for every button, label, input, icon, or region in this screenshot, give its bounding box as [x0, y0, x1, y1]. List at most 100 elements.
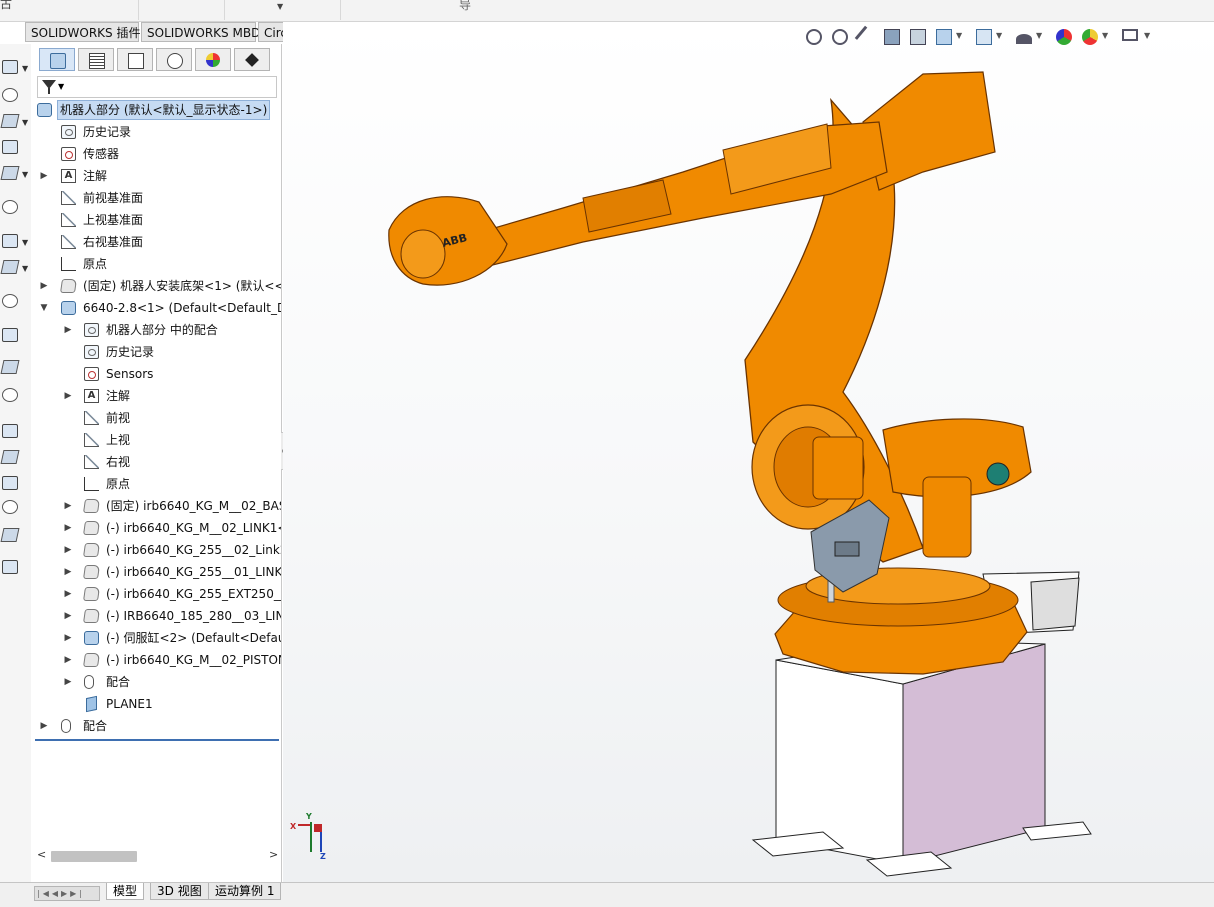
display-manager-tab[interactable]: [195, 48, 231, 71]
dynamic-annotation-icon[interactable]: [910, 29, 926, 45]
tree-item-plane1[interactable]: PLANE1: [31, 694, 281, 714]
expand-arrow-icon[interactable]: ▶: [63, 628, 73, 648]
command-icon[interactable]: [0, 450, 20, 464]
tree-item-right-plane[interactable]: 右视基准面: [31, 232, 281, 252]
section-view-icon[interactable]: [884, 29, 900, 45]
chevron-down-icon[interactable]: ▼: [956, 31, 962, 40]
expand-arrow-icon[interactable]: ▶: [39, 276, 49, 296]
command-icon[interactable]: [2, 88, 18, 102]
expand-arrow-icon[interactable]: ▶: [39, 716, 49, 736]
tree-item-right-sub[interactable]: 右视: [31, 452, 281, 472]
command-icon[interactable]: [2, 476, 18, 490]
command-icon[interactable]: [2, 500, 18, 514]
ribbon-cell[interactable]: [26, 0, 139, 20]
chevron-down-icon[interactable]: ▼: [1036, 31, 1042, 40]
chevron-down-icon[interactable]: ▼: [22, 118, 28, 127]
expand-arrow-icon[interactable]: ▶: [63, 606, 73, 626]
command-icon[interactable]: [2, 560, 18, 574]
tab-solidworks-addins[interactable]: SOLIDWORKS 插件: [25, 22, 140, 42]
hide-show-items-icon[interactable]: [1016, 34, 1032, 44]
chevron-down-icon[interactable]: ▼: [1102, 31, 1108, 40]
command-icon[interactable]: [2, 388, 18, 402]
tree-item-robot-base-frame[interactable]: ▶ (固定) 机器人安装底架<1> (默认<<: [31, 276, 281, 296]
display-style-icon[interactable]: [976, 29, 992, 45]
view-settings-icon[interactable]: [1122, 29, 1138, 41]
command-icon[interactable]: [2, 234, 18, 248]
tree-item-mates-sub[interactable]: ▶ 配合: [31, 672, 281, 692]
apply-scene-icon[interactable]: [1082, 29, 1098, 45]
tab-motion-study-1[interactable]: 运动算例 1: [208, 883, 282, 900]
tree-item-annotations-sub[interactable]: ▶ A 注解: [31, 386, 281, 406]
zoom-to-fit-icon[interactable]: [806, 29, 822, 45]
tree-item-top-sub[interactable]: 上视: [31, 430, 281, 450]
chevron-down-icon[interactable]: ▼: [22, 170, 28, 179]
graphics-area[interactable]: ABB: [283, 22, 1214, 882]
tab-3d-view[interactable]: 3D 视图: [150, 883, 209, 900]
tree-item-history-sub[interactable]: 历史记录: [31, 342, 281, 362]
expand-arrow-icon[interactable]: ▶: [63, 386, 73, 406]
tree-item-link3-part[interactable]: ▶ (-) irb6640_KG_255__01_LINK3: [31, 562, 281, 582]
expand-arrow-icon[interactable]: ▶: [39, 166, 49, 186]
zoom-to-area-icon[interactable]: [832, 29, 848, 45]
chevron-down-icon[interactable]: ▼: [22, 64, 28, 73]
horizontal-scrollbar[interactable]: < >: [35, 848, 279, 864]
collapse-arrow-icon[interactable]: ▼: [39, 298, 49, 318]
tree-item-sensors-sub[interactable]: Sensors: [31, 364, 281, 384]
tree-item-history[interactable]: 历史记录: [31, 122, 281, 142]
tree-item-front-plane[interactable]: 前视基准面: [31, 188, 281, 208]
tree-filter[interactable]: ▼: [37, 76, 277, 98]
configuration-manager-tab[interactable]: [117, 48, 153, 71]
chevron-down-icon[interactable]: ▼: [22, 264, 28, 273]
tree-item-link1-part[interactable]: ▶ (-) irb6640_KG_M__02_LINK1<: [31, 518, 281, 538]
expand-arrow-icon[interactable]: ▶: [63, 562, 73, 582]
expand-arrow-icon[interactable]: ▶: [63, 320, 73, 340]
expand-arrow-icon[interactable]: ▶: [63, 672, 73, 692]
scroll-left-icon[interactable]: <: [37, 848, 46, 861]
tree-item-origin[interactable]: 原点: [31, 254, 281, 274]
tab-navigation-arrows[interactable]: |◀◀▶▶|: [34, 886, 100, 901]
tree-root[interactable]: 机器人部分 (默认<默认_显示状态-1>): [35, 100, 281, 120]
command-icon[interactable]: [0, 360, 20, 374]
property-manager-tab[interactable]: [78, 48, 114, 71]
tree-item-sensors[interactable]: 传感器: [31, 144, 281, 164]
tree-item-mates-in-robot[interactable]: ▶ 机器人部分 中的配合: [31, 320, 281, 340]
robot-model[interactable]: [283, 22, 1214, 882]
tree-item-mates[interactable]: ▶ 配合: [31, 716, 281, 736]
tree-item-ext250-part[interactable]: ▶ (-) irb6640_KG_255_EXT250__0: [31, 584, 281, 604]
tree-item-6640-assembly[interactable]: ▼ 6640-2.8<1> (Default<Default_Dis: [31, 298, 281, 318]
tree-item-top-plane[interactable]: 上视基准面: [31, 210, 281, 230]
cam-manager-tab[interactable]: [234, 48, 270, 71]
tab-solidworks-mbd[interactable]: SOLIDWORKS MBD: [141, 22, 260, 42]
tree-item-base-part[interactable]: ▶ (固定) irb6640_KG_M__02_BASI: [31, 496, 281, 516]
chevron-down-icon[interactable]: ▼: [22, 238, 28, 247]
expand-arrow-icon[interactable]: ▶: [63, 540, 73, 560]
tree-item-annotations[interactable]: ▶ A 注解: [31, 166, 281, 186]
chevron-down-icon[interactable]: ▼: [58, 82, 64, 91]
expand-arrow-icon[interactable]: ▶: [63, 584, 73, 604]
expand-arrow-icon[interactable]: ▶: [63, 496, 73, 516]
previous-view-icon[interactable]: [854, 25, 878, 49]
tree-item-servo-cylinder[interactable]: ▶ (-) 伺服缸<2> (Default<Defaul: [31, 628, 281, 648]
command-icon[interactable]: [0, 114, 20, 128]
ribbon-dropdown-arrow[interactable]: ▼: [277, 2, 283, 11]
tree-item-link-part[interactable]: ▶ (-) IRB6640_185_280__03_LINK: [31, 606, 281, 626]
command-icon[interactable]: [2, 294, 18, 308]
command-icon[interactable]: [0, 260, 20, 274]
view-orientation-icon[interactable]: [936, 29, 952, 45]
command-icon[interactable]: [0, 166, 20, 180]
dimxpert-manager-tab[interactable]: [156, 48, 192, 71]
tree-item-piston-part[interactable]: ▶ (-) irb6640_KG_M__02_PISTON: [31, 650, 281, 670]
scroll-right-icon[interactable]: >: [269, 848, 278, 861]
command-icon[interactable]: [2, 424, 18, 438]
edit-appearance-icon[interactable]: [1056, 29, 1072, 45]
tab-model[interactable]: 模型: [106, 883, 145, 900]
chevron-down-icon[interactable]: ▼: [996, 31, 1002, 40]
command-icon[interactable]: [0, 528, 20, 542]
tree-item-link2-part[interactable]: ▶ (-) irb6640_KG_255__02_Link2<: [31, 540, 281, 560]
ribbon-cell[interactable]: [138, 0, 225, 20]
command-icon[interactable]: [2, 60, 18, 74]
tree-item-origin-sub[interactable]: 原点: [31, 474, 281, 494]
expand-arrow-icon[interactable]: ▶: [63, 650, 73, 670]
scrollbar-thumb[interactable]: [51, 851, 137, 862]
feature-manager-tab[interactable]: [39, 48, 75, 71]
